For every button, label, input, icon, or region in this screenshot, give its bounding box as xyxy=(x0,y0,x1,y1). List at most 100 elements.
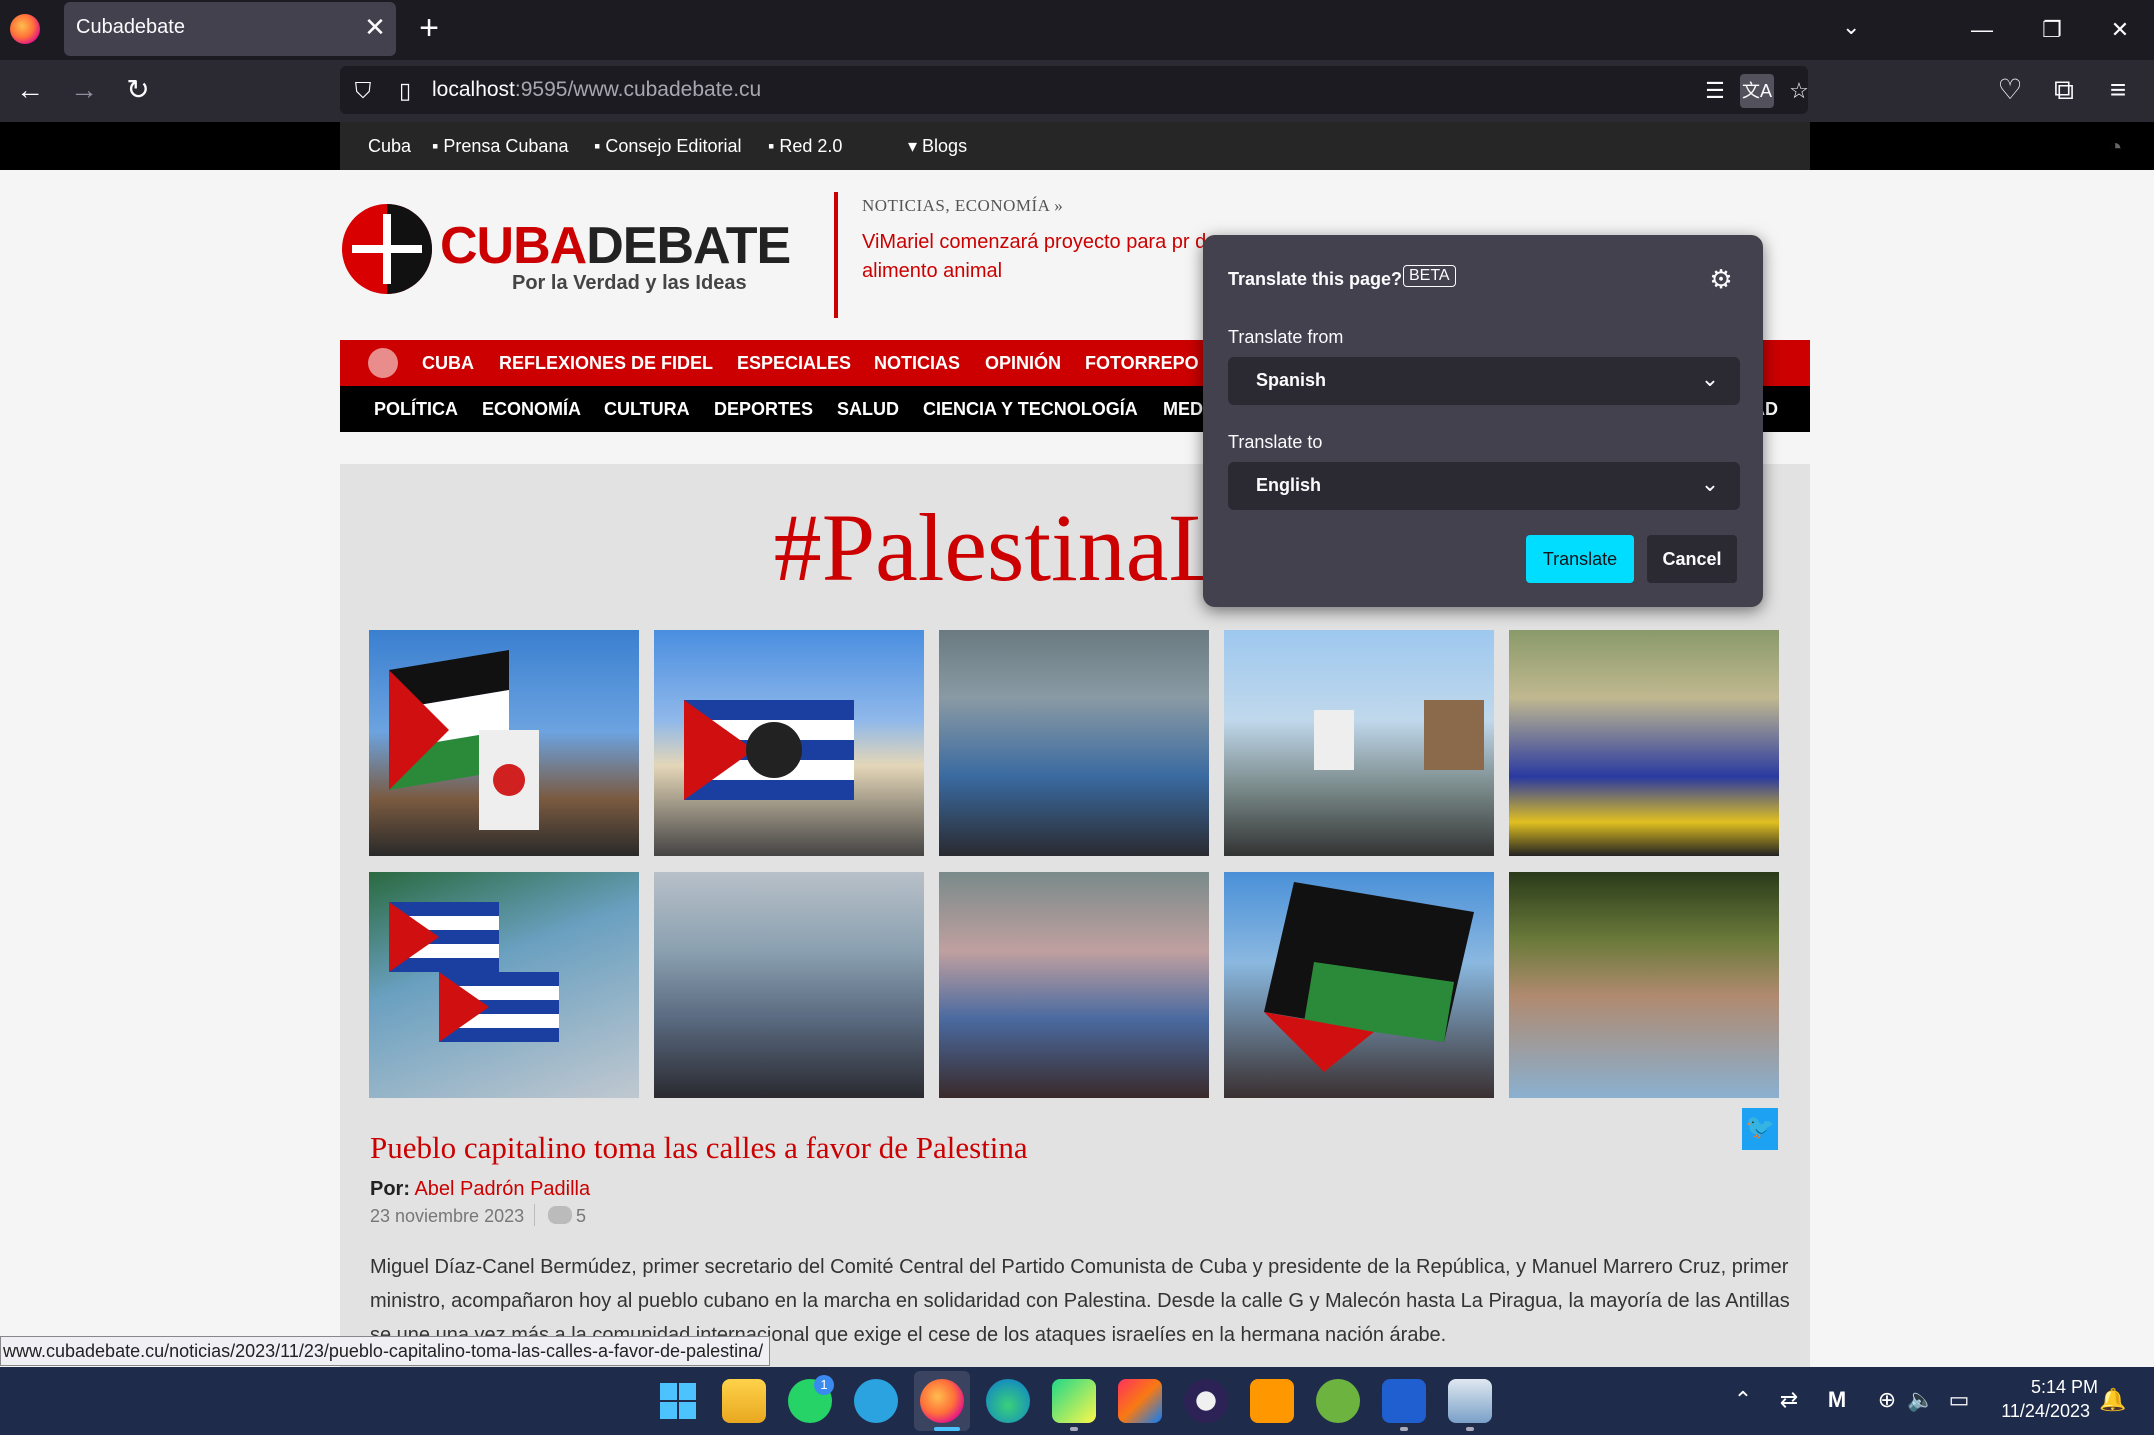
gallery-photo[interactable] xyxy=(1224,872,1494,1098)
logo-emblem[interactable] xyxy=(342,204,432,294)
gallery-photo[interactable] xyxy=(369,872,639,1098)
section-ciencia[interactable]: CIENCIA Y TECNOLOGÍA xyxy=(923,399,1138,420)
battery-icon[interactable]: ▭ xyxy=(1944,1387,1974,1413)
site-logo-text[interactable]: CUBADEBATE xyxy=(440,216,791,276)
palestine-flag-icon xyxy=(389,650,539,830)
pocket-icon[interactable]: ♡ xyxy=(1990,70,2030,110)
gear-icon[interactable]: ⚙ xyxy=(1705,263,1737,295)
menu-fotorreportajes[interactable]: FOTORREPO xyxy=(1085,353,1199,374)
active-indicator xyxy=(934,1427,960,1431)
firefox-icon[interactable] xyxy=(10,14,40,44)
menu-opinion[interactable]: OPINIÓN xyxy=(985,353,1061,374)
forward-icon[interactable]: → xyxy=(64,70,104,110)
window-close-icon[interactable]: ✕ xyxy=(2090,10,2150,50)
firefox-taskbar-icon[interactable] xyxy=(920,1379,964,1423)
section-deportes[interactable]: DEPORTES xyxy=(714,399,813,420)
gallery-photo[interactable] xyxy=(654,872,924,1098)
menu-cuba[interactable]: CUBA xyxy=(422,353,474,374)
translate-icon[interactable]: 文A xyxy=(1740,74,1774,108)
home-globe-icon[interactable] xyxy=(368,348,398,378)
top-menu: Cuba ▪ Prensa Cubana ▪ Consejo Editorial… xyxy=(340,122,2123,170)
tab-title: Cubadebate xyxy=(76,16,185,38)
gallery-photo[interactable] xyxy=(939,630,1209,856)
tab-cubadebate[interactable]: Cubadebate ✕ xyxy=(64,2,396,56)
menu-reflexiones[interactable]: REFLEXIONES DE FIDEL xyxy=(499,353,713,374)
topmenu-consejo-editorial[interactable]: ▪ Consejo Editorial xyxy=(594,136,741,157)
twitter-share-icon[interactable]: 🐦 xyxy=(1742,1108,1778,1150)
sublime-text-icon[interactable] xyxy=(1250,1379,1294,1423)
reader-view-icon[interactable]: ☰ xyxy=(1698,74,1732,108)
navigation-toolbar: ← → ↻ ⛉ ▯ localhost:9595/www.cubadebate.… xyxy=(0,60,2154,122)
chevron-down-icon: ⌄ xyxy=(1700,471,1720,496)
intellij-icon[interactable] xyxy=(1118,1379,1162,1423)
gallery-photo[interactable] xyxy=(1509,630,1779,856)
section-cultura[interactable]: CULTURA xyxy=(604,399,690,420)
shield-icon[interactable]: ⛉ xyxy=(346,74,380,108)
page-info-icon[interactable]: ▯ xyxy=(388,74,422,108)
rss-icon[interactable]: ◔ xyxy=(2108,134,2134,161)
tray-mi-icon[interactable]: M xyxy=(1822,1387,1852,1413)
network-globe-icon[interactable]: ⊕ xyxy=(1872,1387,1902,1413)
bookmark-star-icon[interactable]: ☆ xyxy=(1782,74,1816,108)
article-title-link[interactable]: Pueblo capitalino toma las calles a favo… xyxy=(370,1130,1028,1166)
section-medio-ambiente[interactable]: MED xyxy=(1163,399,1203,420)
notification-bell-icon[interactable]: 🔔 xyxy=(2098,1387,2128,1413)
new-tab-icon[interactable]: + xyxy=(414,8,444,48)
topmenu-prensa-cubana[interactable]: ▪ Prensa Cubana xyxy=(432,136,568,157)
author-link[interactable]: Abel Padrón Padilla xyxy=(414,1178,590,1200)
article-date: 23 noviembre 2023 xyxy=(370,1206,525,1226)
telegram-icon[interactable] xyxy=(854,1379,898,1423)
clock-date[interactable]: 11/24/2023 xyxy=(1990,1401,2090,1422)
topmenu-red-2[interactable]: ▪ Red 2.0 xyxy=(768,136,842,157)
gallery-photo[interactable] xyxy=(1509,872,1779,1098)
headline-link[interactable]: ViMariel comenzará proyecto para pr de a… xyxy=(862,228,1222,286)
url-text[interactable]: localhost:9595/www.cubadebate.cu xyxy=(432,78,761,102)
whatsapp-badge: 1 xyxy=(814,1375,834,1395)
gallery-photo[interactable] xyxy=(654,630,924,856)
gallery-photo[interactable] xyxy=(1224,630,1494,856)
back-icon[interactable]: ← xyxy=(10,70,50,110)
tray-settings-icon[interactable]: ⇄ xyxy=(1774,1387,1804,1413)
section-economia[interactable]: ECONOMÍA xyxy=(482,399,581,420)
gallery-photo[interactable] xyxy=(369,630,639,856)
file-explorer-icon[interactable] xyxy=(722,1379,766,1423)
volume-muted-icon[interactable]: 🔈 xyxy=(1906,1387,1936,1413)
translate-popup: Translate this page? BETA ⚙ Translate fr… xyxy=(1203,235,1763,607)
headline-category[interactable]: NOTICIAS, ECONOMÍA » xyxy=(862,196,1063,216)
comment-icon[interactable] xyxy=(548,1206,572,1224)
translate-to-label: Translate to xyxy=(1228,432,1323,452)
extensions-icon[interactable]: ⧉ xyxy=(2044,70,2084,110)
taskbar: 1 ⌃ ⇄ M ⊕ 🔈 ▭ 5:14 PM 11/24/2023 🔔 xyxy=(0,1367,2154,1435)
url-bar[interactable]: ⛉ ▯ localhost:9595/www.cubadebate.cu ☰ 文… xyxy=(340,66,1809,114)
running-indicator xyxy=(1466,1427,1474,1431)
reload-icon[interactable]: ↻ xyxy=(118,70,158,110)
translate-to-select[interactable]: English ⌄ xyxy=(1228,462,1740,510)
cuba-flag-icon xyxy=(684,700,854,800)
windows-start-icon[interactable] xyxy=(660,1383,696,1419)
app-menu-icon[interactable]: ≡ xyxy=(2098,70,2138,110)
gallery-photo[interactable] xyxy=(939,872,1209,1098)
edge-icon[interactable] xyxy=(986,1379,1030,1423)
list-all-tabs-icon[interactable]: ⌄ xyxy=(1842,14,1860,40)
eclipse-icon[interactable] xyxy=(1184,1379,1228,1423)
menu-especiales[interactable]: ESPECIALES xyxy=(737,353,851,374)
translate-from-select[interactable]: Spanish ⌄ xyxy=(1228,357,1740,405)
close-tab-icon[interactable]: ✕ xyxy=(360,10,390,44)
clock-time[interactable]: 5:14 PM xyxy=(2020,1377,2098,1398)
minimize-icon[interactable]: — xyxy=(1952,10,2012,50)
image-viewer-icon[interactable] xyxy=(1448,1379,1492,1423)
topmenu-cuba[interactable]: Cuba xyxy=(368,136,411,157)
pycharm-icon[interactable] xyxy=(1052,1379,1096,1423)
show-hidden-icons-icon[interactable]: ⌃ xyxy=(1728,1387,1758,1413)
section-salud[interactable]: SALUD xyxy=(837,399,899,420)
restore-icon[interactable]: ❐ xyxy=(2022,10,2082,50)
spring-tools-icon[interactable] xyxy=(1316,1379,1360,1423)
translate-button[interactable]: Translate xyxy=(1526,535,1634,583)
topmenu-blogs[interactable]: ▾ Blogs xyxy=(908,136,967,157)
url-host: localhost xyxy=(432,78,515,101)
cancel-button[interactable]: Cancel xyxy=(1647,535,1737,583)
section-politica[interactable]: POLÍTICA xyxy=(374,399,458,420)
lens-icon[interactable] xyxy=(1382,1379,1426,1423)
menu-noticias[interactable]: NOTICIAS xyxy=(874,353,960,374)
comment-count[interactable]: 5 xyxy=(576,1206,586,1227)
